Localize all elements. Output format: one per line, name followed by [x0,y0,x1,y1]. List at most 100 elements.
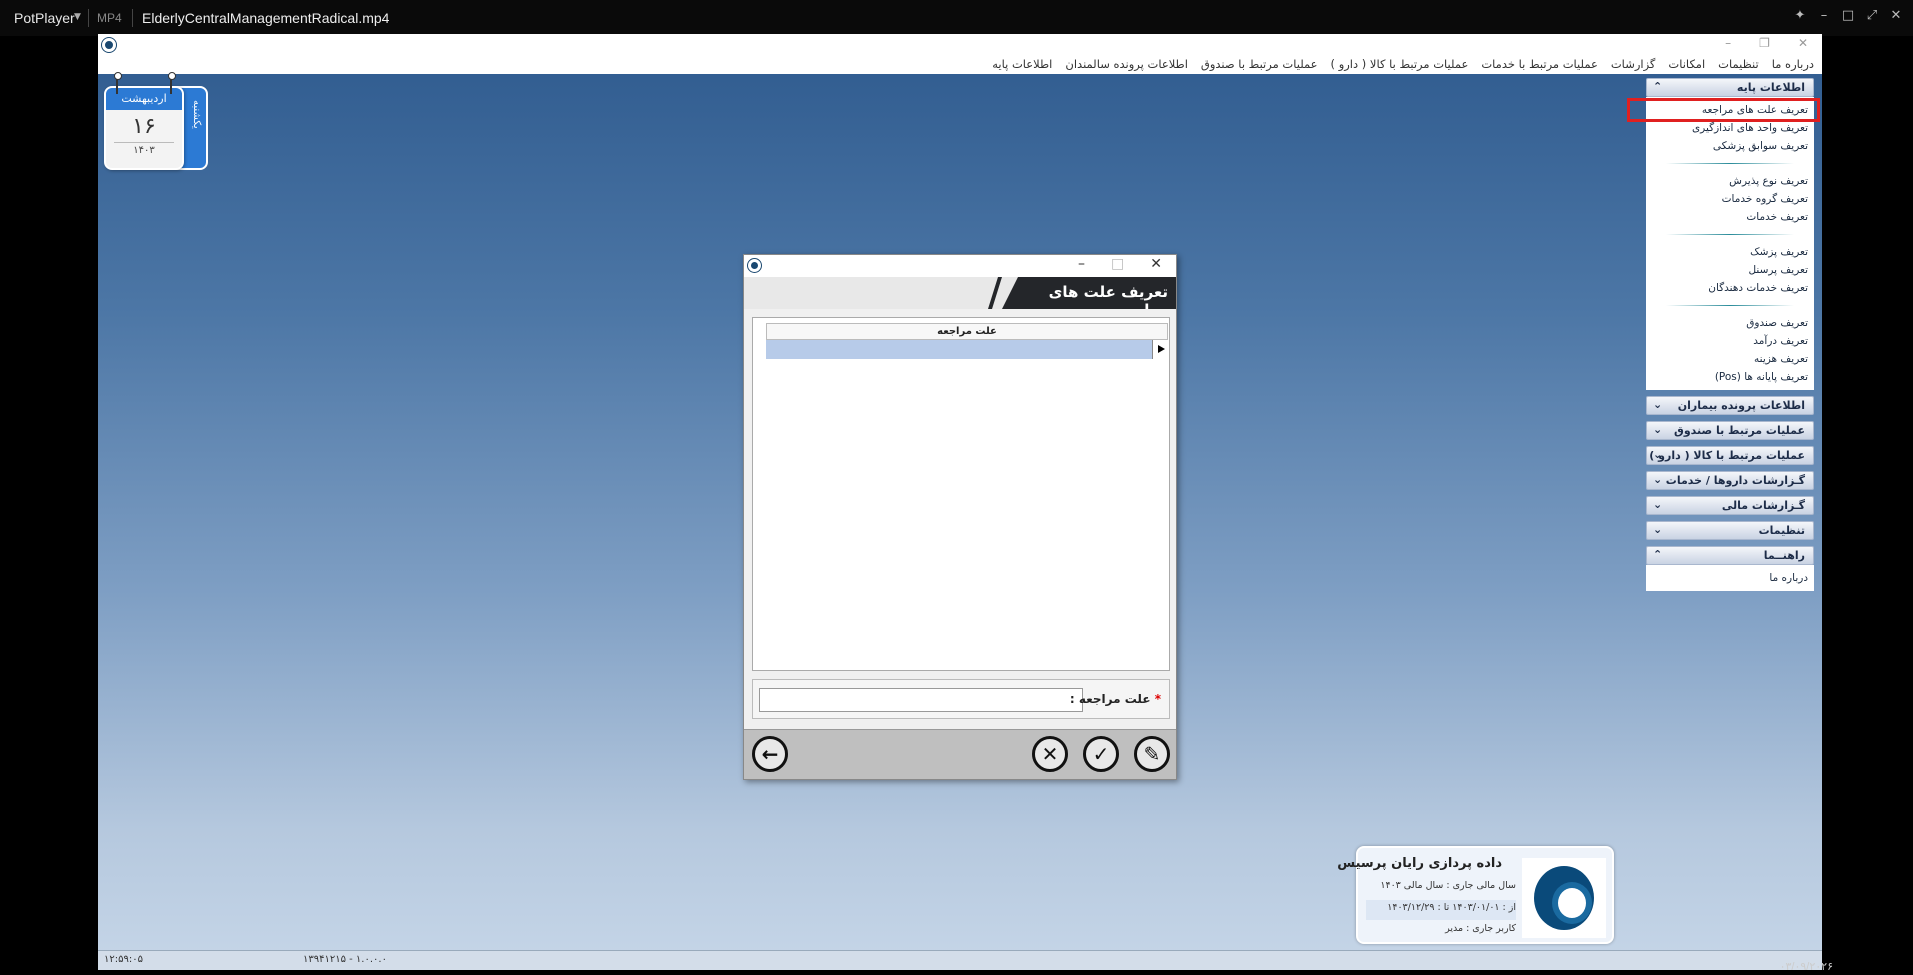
chevron-down-icon[interactable]: ⌄ [1653,523,1662,536]
dialog-toolbar: ← ✕ ✓ ✎ [744,729,1176,779]
minimize-icon[interactable]: – [1078,256,1085,272]
sidebar-item-services[interactable]: تعریف خدمات [1646,208,1814,226]
sidebar-item-personnel[interactable]: تعریف پرسنل [1646,261,1814,279]
chevron-up-icon[interactable]: ⌃ [1653,80,1662,93]
sidebar-section-title: راهنــما [1763,549,1805,562]
sidebar-panel-base-info: تعریف علت های مراجعه تعریف واحد های اندا… [1627,97,1820,390]
close-icon[interactable]: ✕ [1798,36,1808,50]
chevron-up-icon[interactable]: ⌃ [1653,548,1662,561]
sidebar-section-drug-reports[interactable]: گـزارشات داروها / خدمات ⌄ [1646,471,1814,490]
sidebar-item-admission-type[interactable]: تعریف نوع پذیرش [1646,172,1814,190]
menu-item-facilities[interactable]: امکانات [1668,57,1705,71]
sidebar-panel-help: درباره ما [1646,565,1814,591]
minimize-icon[interactable]: – [1725,36,1731,50]
calendar-year: ۱۴۰۳ [133,145,155,156]
sidebar-item-providers[interactable]: تعریف خدمات دهندگان [1646,279,1814,297]
calendar-weekday: یکشنبه [191,100,202,129]
calendar-page: اردیبهشت ۱۶ ۱۴۰۳ [104,86,184,170]
restore-icon[interactable]: ❐ [1759,36,1770,50]
row-indicator-icon [1152,340,1168,359]
sidebar-section-settings[interactable]: تنظیمات ⌄ [1646,521,1814,540]
app-window: – ❐ ✕ اطلاعات پایه اطلاعات پرونده سالمند… [98,34,1822,970]
visit-reason-input[interactable] [759,688,1083,712]
sidebar-section-title: گـزارشات داروها / خدمات [1665,474,1805,487]
sidebar-item-expense[interactable]: تعریف هزینه [1646,350,1814,368]
fiscal-year: سال مالی جاری : سال مالی ۱۴۰۳ [1380,880,1516,891]
status-time: ۱۲:۵۹:۰۵ [104,954,143,965]
grid-column-header[interactable]: علت مراجعه [766,323,1168,340]
sidebar-item-units[interactable]: تعریف واحد های اندازگیری [1646,119,1814,137]
sidebar-section-goods[interactable]: عملیات مرتبط با کالا ( دارو ) ⌄ [1646,446,1814,465]
dialog-window-controls: – □ ✕ [1078,256,1162,272]
edit-button[interactable]: ✎ [1134,736,1170,772]
menu-item-settings[interactable]: تنظیمات [1718,57,1759,71]
date-range: از : ۱۴۰۳/۰۱/۰۱ تا : ۱۴۰۳/۱۲/۲۹ [1387,902,1516,913]
maximize-icon[interactable]: □ [1111,256,1124,272]
sidebar-section-title: عملیات مرتبط با صندوق [1673,424,1805,437]
sidebar-section-base-info[interactable]: اطلاعات پایه ⌃ [1646,78,1814,97]
header-banner: تعریف علت های مراجعه [1002,277,1176,309]
sidebar-section-help[interactable]: راهنــما ⌃ [1646,546,1814,565]
menu-item-cashbox[interactable]: عملیات مرتبط با صندوق [1201,57,1318,71]
chevron-down-icon[interactable]: ▼ [74,12,81,22]
sidebar-item-about[interactable]: درباره ما [1646,569,1814,587]
player-format: MP4 [97,11,122,25]
dialog-title-bar: – □ ✕ [744,255,1176,277]
confirm-button[interactable]: ✓ [1083,736,1119,772]
chevron-down-icon[interactable]: ⌄ [1653,448,1662,461]
player-name[interactable]: PotPlayer [14,10,75,26]
table-row[interactable] [766,340,1168,359]
player-window-controls: ✦ – □ ⤢ ✕ [1793,8,1903,23]
player-file-title: ElderlyCentralManagementRadical.mp4 [142,10,390,26]
sidebar-item-pos[interactable]: تعریف پایانه ها (Pos) [1646,368,1814,386]
sidebar-item-visit-reasons[interactable]: تعریف علت های مراجعه [1627,98,1820,122]
menu-item-services[interactable]: عملیات مرتبط با خدمات [1481,57,1598,71]
form-area: * علت مراجعه : [752,679,1170,719]
menu-items: اطلاعات پایه اطلاعات پرونده سالمندان عمل… [992,57,1814,71]
maximize-icon[interactable]: □ [1841,8,1855,23]
player-title-bar: PotPlayer ▼ MP4 ElderlyCentralManagement… [0,0,1913,36]
close-icon[interactable]: ✕ [1889,8,1903,23]
sidebar-section-cashbox[interactable]: عملیات مرتبط با صندوق ⌄ [1646,421,1814,440]
calendar-widget: یکشنبه اردیبهشت ۱۶ ۱۴۰۳ [104,72,208,170]
sidebar-item-doctor[interactable]: تعریف پزشک [1646,243,1814,261]
dialog-title: تعریف علت های مراجعه [1048,283,1168,319]
company-info-box: داده پردازی رایان پرسیس سال مالی جاری : … [1337,846,1614,944]
pin-icon [168,72,176,94]
divider [1666,163,1794,164]
pin-icon[interactable]: ✦ [1793,8,1807,23]
menu-bar: اطلاعات پایه اطلاعات پرونده سالمندان عمل… [98,56,1822,74]
minimize-icon[interactable]: – [1817,8,1831,23]
sidebar-section-financial-reports[interactable]: گـزارشات مالی ⌄ [1646,496,1814,515]
close-icon[interactable]: ✕ [1150,256,1162,272]
player-date-overlay: ۰۳/۰۹/۲۰۲۶ [1779,961,1833,973]
dialog-header: تعریف علت های مراجعه [744,277,1176,309]
company-name: داده پردازی رایان پرسیس [1337,856,1502,871]
app-window-controls: – ❐ ✕ [1725,36,1808,50]
chevron-down-icon[interactable]: ⌄ [1653,498,1662,511]
menu-item-elderly-records[interactable]: اطلاعات پرونده سالمندان [1065,57,1188,71]
status-version: ۱۳۹۴۱۲۱۵ - ۱.۰.۰.۰ [303,954,387,965]
sidebar-section-patient-records[interactable]: اطلاعات پرونده بیماران ⌄ [1646,396,1814,415]
divider [114,142,174,143]
menu-item-reports[interactable]: گزارشات [1611,57,1656,71]
sidebar-item-medical-history[interactable]: تعریف سوابق پزشکی [1646,137,1814,155]
fullscreen-icon[interactable]: ⤢ [1865,8,1879,23]
chevron-down-icon[interactable]: ⌄ [1653,423,1662,436]
menu-item-base-info[interactable]: اطلاعات پایه [992,57,1052,71]
company-logo [1522,858,1606,938]
required-marker: * [1154,692,1161,706]
divider [132,9,133,27]
check-icon: ✓ [1092,742,1110,766]
menu-item-goods[interactable]: عملیات مرتبط با کالا ( دارو ) [1331,57,1469,71]
chevron-down-icon[interactable]: ⌄ [1653,398,1662,411]
cancel-button[interactable]: ✕ [1032,736,1068,772]
sidebar-item-cashbox[interactable]: تعریف صندوق [1646,314,1814,332]
menu-item-about[interactable]: درباره ما [1772,57,1814,71]
chevron-down-icon[interactable]: ⌄ [1653,473,1662,486]
data-grid[interactable]: علت مراجعه [752,317,1170,671]
sidebar-item-income[interactable]: تعریف درآمد [1646,332,1814,350]
back-button[interactable]: ← [752,736,788,772]
sidebar-item-service-groups[interactable]: تعریف گروه خدمات [1646,190,1814,208]
app-title-bar: – ❐ ✕ [98,34,1822,56]
